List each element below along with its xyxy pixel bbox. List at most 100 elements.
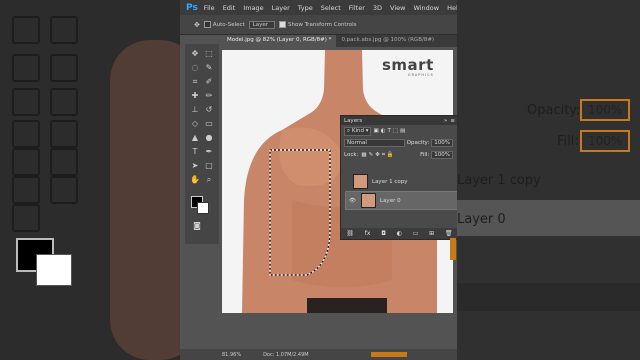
layers-panel-header: Layers » ≡: [341, 116, 457, 125]
tab-model[interactable]: Model.jpg @ 82% (Layer 0, RGB/8#) *: [222, 35, 337, 47]
hand-tool-icon[interactable]: ✋: [189, 174, 201, 186]
background-color-swatch: [36, 254, 72, 286]
triangle-icon: [12, 120, 40, 148]
visibility-eye-icon[interactable]: 👁: [349, 198, 356, 204]
layer-name: Layer 1 copy: [372, 178, 408, 185]
opacity-field[interactable]: 100%: [431, 139, 453, 147]
dodge-icon: [50, 120, 78, 148]
menu-type[interactable]: Type: [298, 4, 313, 12]
quick-select-tool-icon[interactable]: ✎: [203, 62, 215, 74]
panel-collapse-icon[interactable]: »: [444, 118, 447, 124]
menu-image[interactable]: Image: [243, 4, 263, 12]
layer-row[interactable]: Layer 1 copy: [341, 173, 457, 190]
brand-logo: smart GRAPHICS: [382, 56, 434, 78]
menu-view[interactable]: View: [390, 4, 405, 12]
type-tool-icon[interactable]: T: [189, 146, 201, 158]
auto-select-label: Auto-Select: [212, 21, 245, 28]
move-tool-icon[interactable]: ✥: [194, 21, 200, 29]
lock-fill-row: Lock: ▦✎✥⌗🔒 Fill: 100%: [341, 149, 457, 161]
layers-panel-footer: ⛓ fx ◘ ◐ ▭ ⊞ 🗑: [341, 228, 457, 239]
menu-filter[interactable]: Filter: [349, 4, 365, 12]
opacity-label: Opacity:: [406, 140, 430, 146]
eyedropper-tool-icon[interactable]: ✐: [203, 76, 215, 88]
menu-window[interactable]: Window: [413, 4, 439, 12]
menu-file[interactable]: File: [204, 4, 215, 12]
zoom-tool-icon[interactable]: ⌕: [203, 174, 215, 186]
scrollbar-thumb[interactable]: [450, 238, 456, 260]
blur-tool-icon[interactable]: ▲: [189, 132, 201, 144]
auto-select-checkbox[interactable]: [203, 21, 211, 28]
type-icon: [12, 148, 40, 176]
photoshop-window: Ps File Edit Image Layer Type Select Fil…: [180, 0, 457, 360]
auto-select-target-dropdown[interactable]: Layer: [248, 20, 276, 29]
filter-kind-dropdown[interactable]: ⌕ Kind ▾: [344, 126, 372, 136]
brand-name: smart: [382, 56, 434, 74]
marquee-tool-icon[interactable]: ⬚: [203, 48, 215, 60]
bg-fill-label: Fill:: [557, 134, 579, 149]
fill-field[interactable]: 100%: [431, 151, 453, 159]
layer-thumbnail: [353, 174, 368, 189]
brush-icon: [12, 54, 40, 82]
menu-select[interactable]: Select: [321, 4, 341, 12]
zoom-icon: [12, 204, 40, 232]
eraser-icon: [50, 54, 78, 82]
pen-tool-icon[interactable]: ✒: [203, 146, 215, 158]
layers-panel: Layers » ≡ ⌕ Kind ▾ ▣◐T⬚▤ Normal Opacity…: [340, 115, 457, 240]
lock-label: Lock:: [344, 152, 359, 158]
layer-thumbnail: [361, 193, 376, 208]
new-group-icon[interactable]: ▭: [413, 230, 419, 237]
progress-bar: [371, 352, 407, 357]
panel-menu-icon[interactable]: ≡: [450, 118, 455, 124]
bg-layer-a: Layer 1 copy: [457, 173, 541, 188]
bg-opacity-value: 100%: [580, 99, 631, 121]
options-bar: ✥ Auto-Select Layer Show Transform Contr…: [180, 15, 457, 35]
shape-tool-icon[interactable]: ▢: [203, 160, 215, 172]
tab-pack-abs[interactable]: 0.pack.abs.jpg @ 100% (RGB/8#): [336, 35, 439, 47]
filter-icons[interactable]: ▣◐T⬚▤: [373, 128, 407, 134]
layer-row-selected[interactable]: 👁 Layer 0: [345, 191, 457, 210]
bg-layer-b: Layer 0: [457, 212, 506, 227]
status-bar: 81.96% Doc: 1.07M/2.49M: [180, 349, 457, 360]
bg-footer: [457, 283, 640, 311]
layer-filter-row: ⌕ Kind ▾ ▣◐T⬚▤: [341, 125, 457, 137]
path-select-tool-icon[interactable]: ➤: [189, 160, 201, 172]
tools-panel: ✥ ⬚ ◌ ✎ ⌗ ✐ ✚ ✏ ⊥ ↺ ◇ ▭ ▲ ● T ✒ ➤ ▢ ✋ ⌕ …: [185, 44, 219, 244]
brush-tool-icon[interactable]: ✏: [203, 90, 215, 102]
path-select-icon: [12, 176, 40, 204]
blend-mode-dropdown[interactable]: Normal: [344, 139, 405, 147]
menu-3d[interactable]: 3D: [373, 4, 382, 12]
history-brush-tool-icon[interactable]: ↺: [203, 104, 215, 116]
fx-icon[interactable]: fx: [365, 230, 371, 237]
move-tool-icon[interactable]: ✥: [189, 48, 201, 60]
eraser-tool-icon[interactable]: ◇: [189, 118, 201, 130]
lock-icons[interactable]: ▦✎✥⌗🔒: [361, 152, 395, 159]
pen-icon: [50, 148, 78, 176]
background-color[interactable]: [197, 202, 209, 214]
menu-edit[interactable]: Edit: [223, 4, 236, 12]
lasso-tool-icon[interactable]: ◌: [189, 62, 201, 74]
bg-fill-value: 100%: [580, 130, 631, 152]
blend-opacity-row: Normal Opacity: 100%: [341, 137, 457, 149]
crop-tool-icon[interactable]: ⌗: [189, 76, 201, 88]
stamp-tool-icon[interactable]: ⊥: [189, 104, 201, 116]
dodge-tool-icon[interactable]: ●: [203, 132, 215, 144]
layers-panel-title: Layers: [344, 117, 363, 124]
menu-bar: Ps File Edit Image Layer Type Select Fil…: [180, 0, 457, 15]
stamp-icon: [50, 16, 78, 44]
new-layer-icon[interactable]: ⊞: [429, 230, 434, 237]
filter-kind-label: Kind: [351, 127, 364, 134]
delete-layer-icon[interactable]: 🗑: [445, 230, 453, 237]
quick-mask-icon[interactable]: ◙: [191, 220, 203, 232]
blur-icon: [50, 88, 78, 116]
doc-size: Doc: 1.07M/2.49M: [263, 351, 309, 358]
menu-help[interactable]: Help: [447, 4, 457, 12]
add-mask-icon[interactable]: ◘: [381, 230, 386, 237]
app-logo: Ps: [186, 2, 198, 13]
menu-layer[interactable]: Layer: [272, 4, 290, 12]
link-layers-icon[interactable]: ⛓: [346, 230, 354, 237]
gradient-tool-icon[interactable]: ▭: [203, 118, 215, 130]
layer-name: Layer 0: [380, 197, 401, 204]
show-transform-checkbox[interactable]: [279, 21, 287, 28]
healing-tool-icon[interactable]: ✚: [189, 90, 201, 102]
adjustment-layer-icon[interactable]: ◐: [397, 230, 402, 237]
